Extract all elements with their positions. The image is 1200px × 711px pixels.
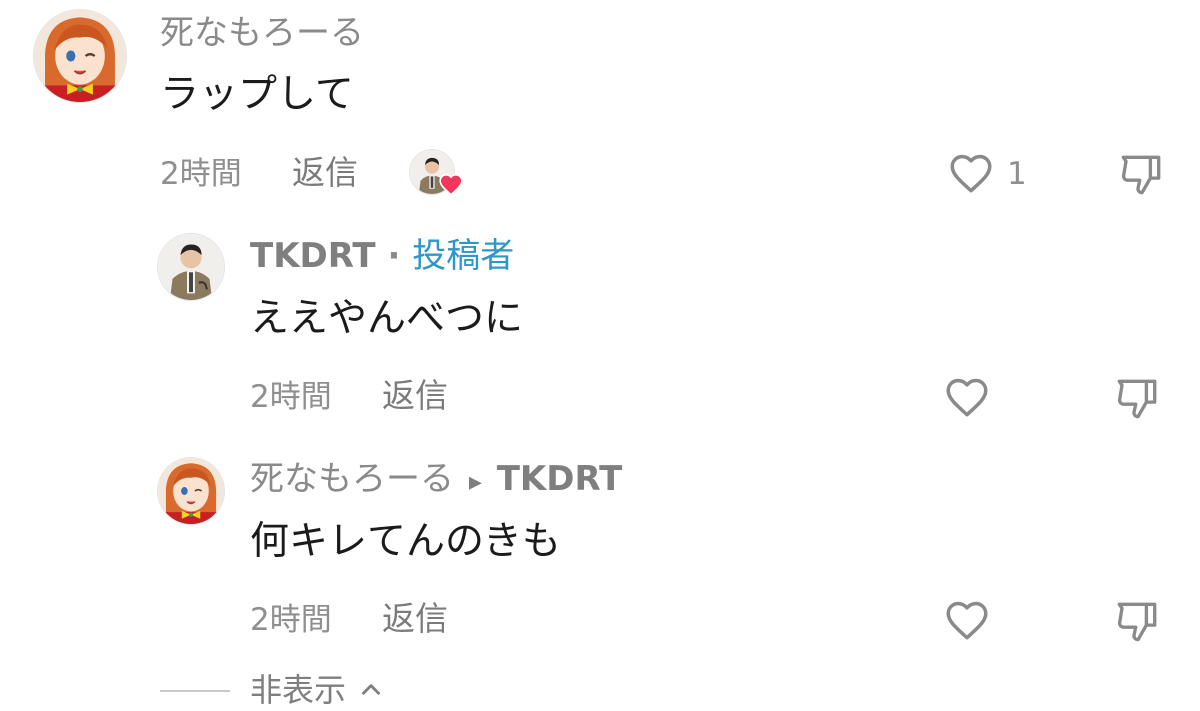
- dislike-thumb-down-icon[interactable]: [1112, 374, 1162, 424]
- comment-username[interactable]: 死なもろーる: [160, 13, 364, 53]
- comment-text: 何キレてんのきも: [250, 519, 561, 564]
- comment-username-line: TKDRT · 投稿者: [250, 236, 514, 276]
- like-heart-icon[interactable]: [942, 372, 992, 422]
- username-separator: ·: [387, 236, 401, 276]
- dislike-thumb-down-icon[interactable]: [1116, 150, 1166, 200]
- reply-button[interactable]: 返信: [292, 154, 358, 192]
- comment-timestamp: 2時間: [250, 602, 332, 638]
- avatar[interactable]: [158, 458, 224, 524]
- like-heart-icon[interactable]: [942, 595, 992, 645]
- comment-text: ええやんべつに: [250, 296, 524, 341]
- comment-timestamp: 2時間: [160, 156, 242, 192]
- like-count: 1: [1007, 156, 1027, 192]
- like-heart-icon[interactable]: [946, 148, 996, 198]
- comment-username[interactable]: TKDRT: [250, 236, 376, 276]
- comment-text: ラップして: [160, 72, 354, 117]
- hide-replies-button[interactable]: 非表示: [250, 670, 384, 710]
- avatar[interactable]: [158, 234, 224, 300]
- hide-replies-divider: [160, 690, 230, 692]
- chevron-up-icon: [362, 684, 381, 695]
- comment-username-line: 死なもろーる ▸ TKDRT: [250, 459, 622, 502]
- user-avatar-image: [158, 234, 224, 300]
- reply-to-username[interactable]: TKDRT: [497, 459, 623, 499]
- user-avatar-image: [158, 458, 224, 524]
- liked-by-creator-heart-icon: [439, 174, 463, 196]
- reply-button[interactable]: 返信: [382, 600, 448, 638]
- user-avatar-image: [34, 10, 126, 102]
- creator-badge: 投稿者: [412, 236, 515, 276]
- reply-button[interactable]: 返信: [382, 377, 448, 415]
- dislike-thumb-down-icon[interactable]: [1112, 597, 1162, 647]
- hide-replies-label: 非表示: [250, 671, 347, 709]
- comment-username[interactable]: 死なもろーる: [250, 459, 454, 499]
- reply-to-arrow-icon: ▸: [468, 467, 482, 497]
- comment-timestamp: 2時間: [250, 379, 332, 415]
- avatar[interactable]: [34, 10, 126, 102]
